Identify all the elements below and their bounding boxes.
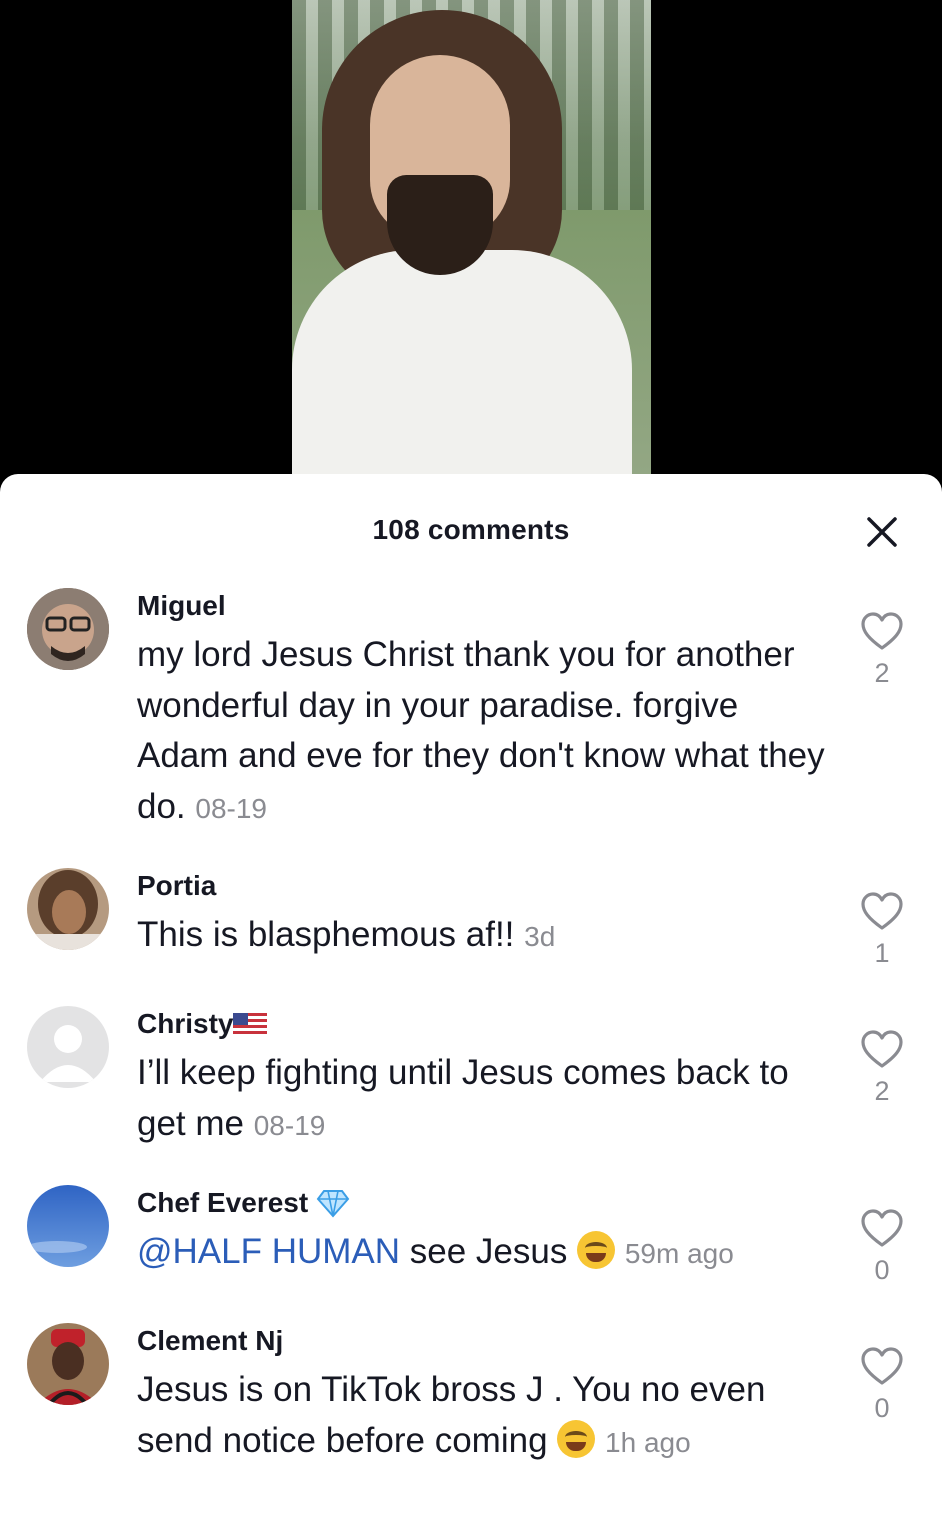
like-count: 0	[874, 1393, 890, 1423]
comment-username[interactable]: Chef Everest	[137, 1187, 350, 1219]
heart-outline-icon	[861, 612, 903, 650]
comment-text: I’ll keep fighting until Jesus comes bac…	[137, 1048, 837, 1151]
comment-timestamp: 3d	[524, 921, 556, 952]
like-count: 2	[874, 1076, 890, 1106]
like-button[interactable]: 0	[858, 1347, 906, 1424]
person-shirt	[292, 250, 632, 475]
avatar-miguel-image	[27, 588, 109, 670]
username-text: Chef Everest	[137, 1187, 309, 1218]
comment-text: This is blasphemous af!! 3d	[137, 910, 837, 963]
comment-timestamp: 08-19	[195, 792, 268, 824]
comment-username[interactable]: Clement Nj	[137, 1325, 283, 1357]
avatar-sky-image	[27, 1185, 109, 1267]
avatar[interactable]	[27, 588, 109, 670]
us-flag-icon	[233, 1013, 268, 1035]
comment-body: This is blasphemous af!!	[137, 915, 515, 954]
avatar-clement-image	[27, 1323, 109, 1405]
like-count: 0	[874, 1255, 890, 1285]
comment-text: Jesus is on TikTok bross J . You no even…	[137, 1365, 837, 1468]
default-avatar-icon	[27, 1006, 109, 1088]
comment-timestamp: 1h ago	[605, 1426, 691, 1458]
close-button[interactable]	[860, 510, 904, 554]
avatar[interactable]	[27, 868, 109, 950]
comment-username[interactable]: Christy	[137, 1008, 268, 1040]
diamond-badge-icon	[316, 1190, 350, 1218]
heart-outline-icon	[861, 1347, 903, 1385]
comments-header: 108 comments	[0, 474, 942, 586]
like-count: 1	[874, 938, 890, 968]
close-icon	[867, 517, 897, 547]
video-player[interactable]	[0, 0, 942, 490]
comment-text: @HALF HUMAN see Jesus 59m ago	[137, 1227, 837, 1280]
avatar-portia-image	[27, 868, 109, 950]
like-button[interactable]: 2	[858, 612, 906, 689]
comment-count: 108 comments	[372, 514, 570, 545]
video-frame	[292, 0, 651, 475]
username-text: Christy	[137, 1008, 234, 1039]
joy-emoji-icon	[557, 1419, 596, 1458]
comment-body: I’ll keep fighting until Jesus comes bac…	[137, 1053, 789, 1143]
avatar[interactable]	[27, 1185, 109, 1267]
comment-timestamp: 08-19	[253, 1109, 326, 1141]
comment-timestamp: 59m ago	[624, 1238, 734, 1269]
comment-username[interactable]: Miguel	[137, 590, 226, 622]
like-count: 2	[874, 658, 890, 688]
comment-text: my lord Jesus Christ thank you for anoth…	[137, 630, 837, 834]
heart-outline-icon	[861, 1209, 903, 1247]
like-button[interactable]: 0	[858, 1209, 906, 1286]
comment-mention[interactable]: @HALF HUMAN	[137, 1232, 400, 1271]
comment-body: see Jesus	[409, 1232, 568, 1271]
like-button[interactable]: 1	[858, 892, 906, 969]
comment-username[interactable]: Portia	[137, 870, 216, 902]
rofl-emoji-icon	[577, 1231, 616, 1269]
like-button[interactable]: 2	[858, 1030, 906, 1107]
heart-outline-icon	[861, 892, 903, 930]
comments-sheet: 108 comments Miguel my lord Jesus Christ…	[0, 474, 942, 1536]
heart-outline-icon	[861, 1030, 903, 1068]
avatar[interactable]	[27, 1006, 109, 1088]
avatar[interactable]	[27, 1323, 109, 1405]
